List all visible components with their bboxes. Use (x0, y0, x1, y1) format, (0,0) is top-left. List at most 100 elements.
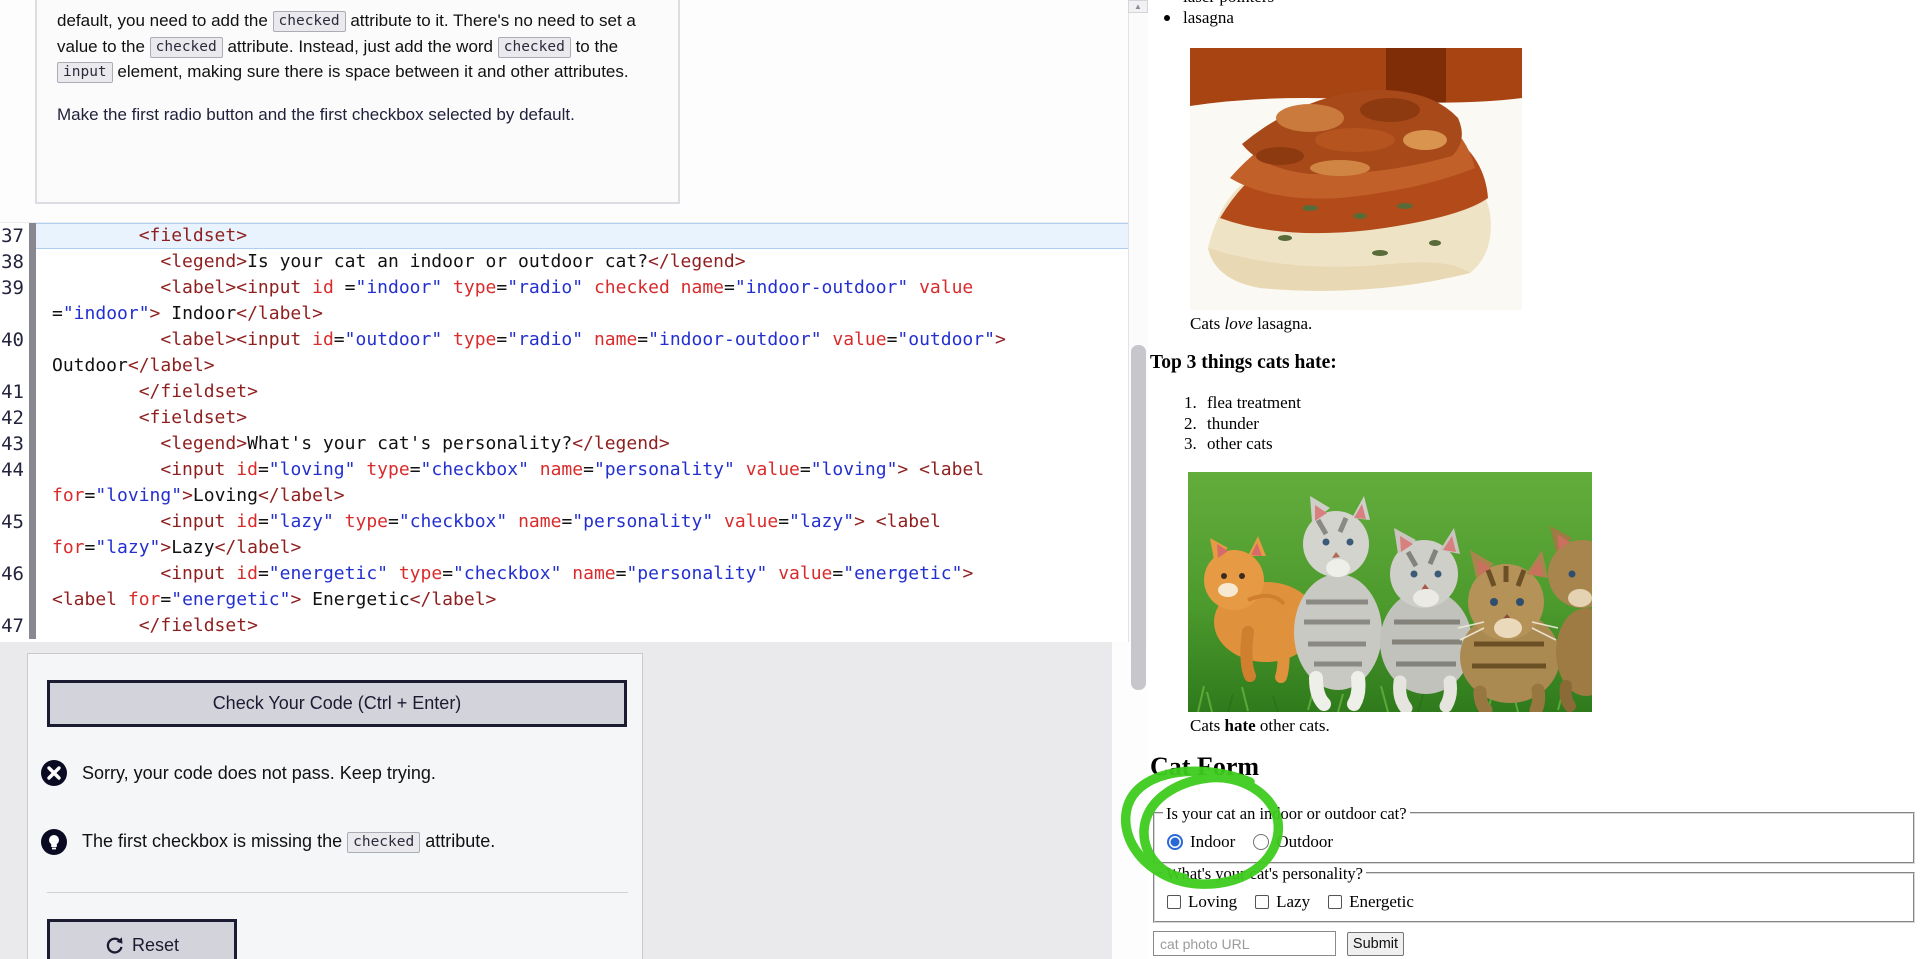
line-number: 42 (1, 407, 24, 429)
gutter-bar (29, 613, 36, 639)
lightbulb-icon (41, 829, 67, 855)
instruction-text: default, you need to add the checked att… (57, 8, 663, 127)
gutter-bar (29, 587, 36, 613)
option-label[interactable]: Lazy (1276, 892, 1310, 912)
list-item: other cats (1184, 434, 1273, 454)
code-text: <label for="energetic"> Energetic</label… (52, 589, 497, 610)
line-number: 43 (1, 433, 24, 455)
line-number (0, 587, 24, 613)
code-line[interactable]: 43 <legend>What's your cat's personality… (0, 431, 1128, 457)
outdoor-radio[interactable] (1253, 834, 1270, 850)
code-line[interactable]: for="lazy">Lazy</label> (0, 535, 1128, 561)
check-code-button[interactable]: Check Your Code (Ctrl + Enter) (47, 680, 627, 727)
code-line[interactable]: for="loving">Loving</label> (0, 483, 1128, 509)
test-fail-text: Sorry, your code does not pass. Keep try… (82, 762, 436, 783)
editor-scrollbar-thumb[interactable] (1131, 345, 1146, 690)
line-number: 37 (1, 225, 24, 247)
cat-photo-url-input[interactable] (1153, 931, 1336, 956)
indoor-outdoor-legend: Is your cat an indoor or outdoor cat? (1163, 804, 1410, 824)
line-number: 40 (1, 329, 24, 351)
line-number (0, 353, 24, 379)
error-x-circle-icon (41, 760, 67, 786)
gutter-bar (29, 457, 36, 483)
console-divider (47, 892, 628, 893)
energetic-checkbox[interactable] (1328, 895, 1343, 909)
preview-pane: laser pointerslasagna (1121, 0, 1920, 959)
gutter-bar (29, 223, 36, 249)
option-label[interactable]: Loving (1188, 892, 1237, 912)
test-fail-message: Sorry, your code does not pass. Keep try… (40, 759, 436, 787)
gutter-bar (29, 509, 36, 535)
code-line[interactable]: 42 <fieldset> (0, 405, 1128, 431)
personality-legend: What's your cat's personality? (1163, 864, 1367, 884)
radio-options-row: Indoor Outdoor (1167, 832, 1351, 852)
option-label[interactable]: Outdoor (1276, 832, 1333, 852)
inline-code-chip: checked (272, 11, 346, 32)
gutter-bar (29, 275, 36, 301)
list-item: thunder (1184, 413, 1259, 434)
code-line[interactable]: 40 <label><input id="outdoor" type="radi… (0, 327, 1128, 353)
line-number: 45 (1, 511, 24, 533)
inline-code-chip: checked (347, 832, 421, 853)
code-line[interactable]: 37 <fieldset> (0, 223, 1128, 249)
code-text: ="indoor"> Indoor</label> (52, 303, 323, 324)
gutter-bar (29, 405, 36, 431)
inline-code-chip: input (57, 62, 113, 83)
code-line[interactable]: ="indoor"> Indoor</label> (0, 301, 1128, 327)
gutter-bar (29, 535, 36, 561)
line-number (0, 483, 24, 509)
hint-text: The first checkbox is missing the checke… (82, 831, 496, 853)
line-number: 39 (1, 277, 24, 299)
gutter-bar (29, 561, 36, 587)
code-text: <input id="lazy" type="checkbox" name="p… (160, 511, 941, 532)
option-label[interactable]: Energetic (1349, 892, 1414, 912)
option-label[interactable]: Indoor (1190, 832, 1235, 852)
submit-button[interactable]: Submit (1347, 932, 1404, 956)
code-line[interactable]: 41 </fieldset> (0, 379, 1128, 405)
list-item: laser pointers (1150, 0, 1274, 7)
code-line[interactable]: Outdoor</label> (0, 353, 1128, 379)
indoor-radio[interactable] (1167, 834, 1183, 850)
code-line[interactable]: 44 <input id="loving" type="checkbox" na… (0, 457, 1128, 483)
line-number: 41 (1, 381, 24, 403)
code-line[interactable]: <label for="energetic"> Energetic</label… (0, 587, 1128, 613)
reset-label: Reset (131, 934, 180, 955)
code-text: <legend>What's your cat's personality?</… (160, 433, 670, 454)
code-editor[interactable]: 37 <fieldset> 38 <legend>Is your cat an i… (0, 222, 1128, 642)
cats-love-list: laser pointerslasagna (1150, 0, 1274, 28)
kittens-image (1188, 472, 1592, 712)
kittens-caption: Cats hate other cats. (1190, 716, 1330, 735)
gutter-bar (29, 249, 36, 275)
gutter-bar (29, 483, 36, 509)
code-line[interactable]: 47 </fieldset> (0, 613, 1128, 639)
loving-checkbox[interactable] (1167, 895, 1181, 909)
code-line[interactable]: 39 <label><input id ="indoor" type="radi… (0, 275, 1128, 301)
caption-emphasis: love (1224, 314, 1253, 333)
list-item: flea treatment (1184, 393, 1301, 413)
instruction-paragraph: default, you need to add the checked att… (57, 11, 636, 83)
fcc-lesson-window: default, you need to add the checked att… (0, 0, 1920, 959)
code-line[interactable]: 38 <legend>Is your cat an indoor or outd… (0, 249, 1128, 275)
code-line[interactable]: 45 <input id="lazy" type="checkbox" name… (0, 509, 1128, 535)
reset-button[interactable]: Reset (47, 919, 237, 959)
checkbox-options-row: Loving Lazy Energetic (1167, 892, 1432, 912)
line-number (0, 535, 24, 561)
code-line[interactable]: 46 <input id="energetic" type="checkbox"… (0, 561, 1128, 587)
gutter-bar (29, 327, 36, 353)
list-item: lasagna (1150, 7, 1274, 28)
code-text: <legend>Is your cat an indoor or outdoor… (160, 251, 746, 272)
code-text: </fieldset> (138, 615, 258, 636)
lasagna-image (1190, 48, 1522, 310)
lesson-pane: default, you need to add the checked att… (0, 0, 1148, 959)
scrollbar-up-arrow-icon[interactable]: ▲ (1128, 0, 1148, 13)
code-text: <fieldset> (36, 223, 1128, 249)
code-text: <label><input id="outdoor" type="radio" … (160, 329, 1006, 350)
code-text: <input id="loving" type="checkbox" name=… (160, 459, 985, 480)
personality-fieldset: What's your cat's personality? Loving Laz… (1153, 864, 1915, 923)
line-number: 47 (1, 615, 24, 637)
code-text: for="lazy">Lazy</label> (52, 537, 302, 558)
indoor-outdoor-fieldset: Is your cat an indoor or outdoor cat? In… (1153, 804, 1915, 864)
lazy-checkbox[interactable] (1255, 895, 1270, 909)
gutter-bar (29, 353, 36, 379)
gutter-bar (29, 431, 36, 457)
